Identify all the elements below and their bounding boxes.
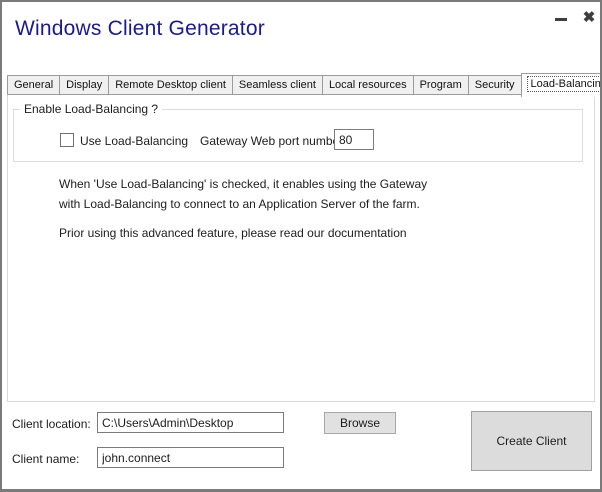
use-load-balancing-label: Use Load-Balancing	[80, 134, 188, 148]
tab-general[interactable]: General	[7, 75, 60, 95]
groupbox-title: Enable Load-Balancing ?	[20, 102, 162, 116]
tab-security[interactable]: Security	[468, 75, 522, 95]
close-icon: ✖	[583, 8, 596, 26]
tab-strip: General Display Remote Desktop client Se…	[7, 74, 602, 95]
gateway-web-port-input[interactable]	[334, 129, 374, 150]
description-line-2: with Load-Balancing to connect to an App…	[59, 197, 420, 211]
client-name-input[interactable]	[97, 447, 284, 468]
minimize-icon	[555, 18, 567, 21]
minimize-button[interactable]	[552, 12, 570, 26]
create-client-button[interactable]: Create Client	[471, 411, 592, 471]
description-line-1: When 'Use Load-Balancing' is checked, it…	[59, 177, 427, 191]
tab-seamless-client[interactable]: Seamless client	[232, 75, 323, 95]
page-title: Windows Client Generator	[15, 17, 265, 41]
tab-program[interactable]: Program	[413, 75, 469, 95]
windows-client-generator-window: Windows Client Generator ✖ General Displ…	[0, 0, 602, 492]
client-location-input[interactable]	[97, 412, 284, 433]
tab-load-balancing[interactable]: Load-Balancing	[521, 73, 602, 97]
gateway-web-port-label: Gateway Web port number	[200, 134, 343, 148]
tab-display[interactable]: Display	[59, 75, 109, 95]
client-name-label: Client name:	[12, 452, 79, 466]
close-button[interactable]: ✖	[579, 7, 599, 27]
client-location-label: Client location:	[12, 417, 91, 431]
browse-button[interactable]: Browse	[324, 412, 396, 434]
use-load-balancing-checkbox[interactable]	[60, 133, 74, 147]
tab-remote-desktop-client[interactable]: Remote Desktop client	[108, 75, 233, 95]
tab-local-resources[interactable]: Local resources	[322, 75, 414, 95]
load-balancing-tab-page: Enable Load-Balancing ? Use Load-Balanci…	[7, 94, 595, 402]
description-line-3: Prior using this advanced feature, pleas…	[59, 226, 407, 240]
